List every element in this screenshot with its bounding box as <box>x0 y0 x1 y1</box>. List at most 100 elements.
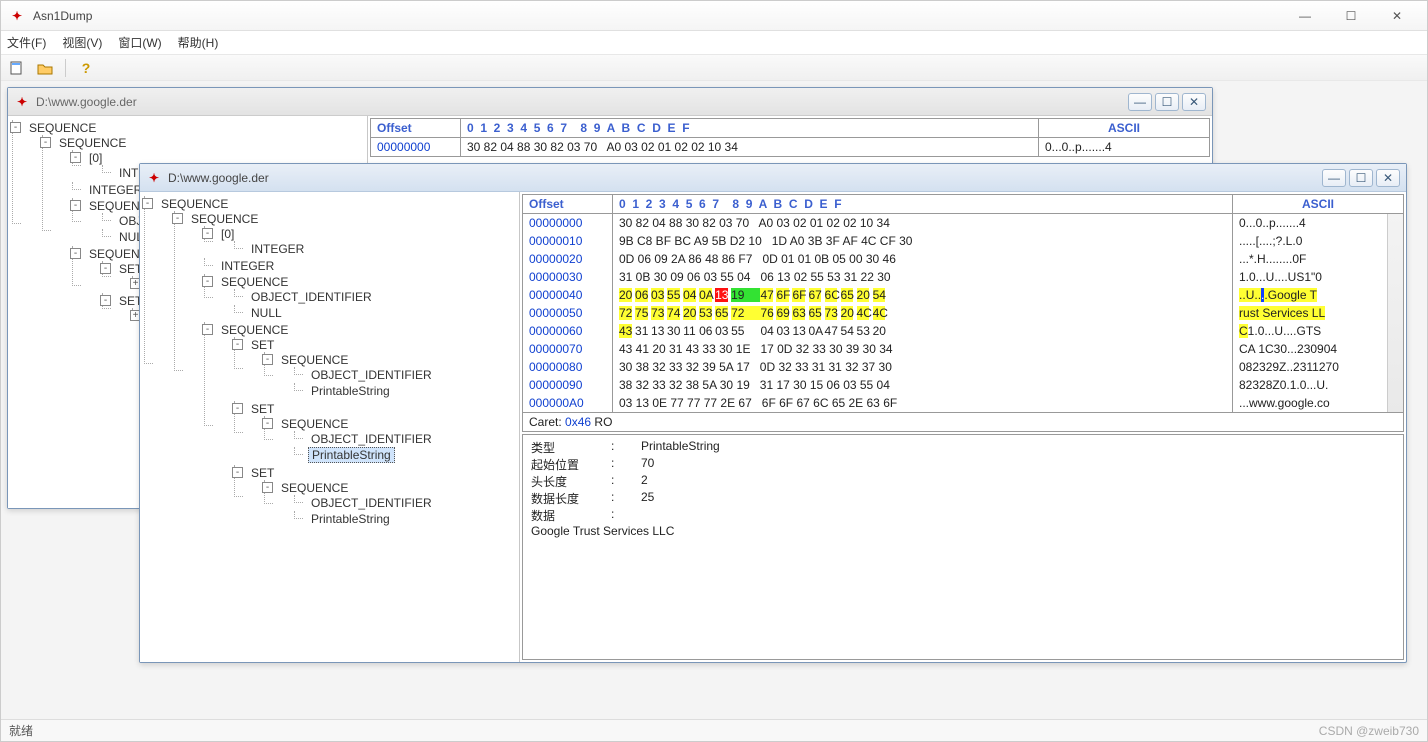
hex-row[interactable]: 0000003031 0B 30 09 06 03 55 04 06 13 02… <box>523 268 1403 286</box>
menu-file[interactable]: 文件(F) <box>7 34 46 51</box>
expand-toggle[interactable]: - <box>142 198 153 209</box>
watermark: CSDN @zweib730 <box>1319 724 1419 738</box>
hex-header-cols: 0 1 2 3 4 5 6 7 8 9 A B C D E F <box>461 119 1039 137</box>
hex-row[interactable]: 000000109B C8 BF BC A9 5B D2 10 1D A0 3B… <box>523 232 1403 250</box>
tree-node[interactable]: PrintableString <box>308 447 395 463</box>
tree-node[interactable]: SET <box>248 402 277 416</box>
tree-node[interactable]: SEQUENCE <box>278 481 351 495</box>
help-button[interactable]: ? <box>76 58 96 78</box>
expand-toggle[interactable]: - <box>100 263 111 274</box>
menu-window[interactable]: 窗口(W) <box>118 34 161 51</box>
hex-row[interactable]: 0000005072 75 73 74 20 53 65 72 76 69 63… <box>523 304 1403 322</box>
expand-toggle[interactable]: - <box>40 137 51 148</box>
hex-ascii: rust Services LL <box>1233 304 1403 322</box>
tree-node[interactable]: INTEGER <box>218 259 277 273</box>
hex-bytes: 03 13 0E 77 77 77 2E 67 6F 6F 67 6C 65 2… <box>613 394 1233 412</box>
tree-node[interactable]: SEQUENCE <box>188 212 261 226</box>
tree-node[interactable]: PrintableString <box>308 512 393 526</box>
expand-toggle[interactable]: - <box>202 324 213 335</box>
tree-node[interactable]: SEQUENCE <box>218 275 291 289</box>
child1-minimize-button[interactable]: — <box>1128 93 1152 111</box>
hex-bytes: 72 75 73 74 20 53 65 72 76 69 63 65 73 2… <box>613 304 1233 322</box>
status-text: 就绪 <box>9 722 33 739</box>
child2-title: D:\www.google.der <box>168 171 269 185</box>
expand-toggle[interactable]: - <box>232 467 243 478</box>
hex-bytes: 30 38 32 33 32 39 5A 17 0D 32 33 31 31 3… <box>613 358 1233 376</box>
detail-value: 2 <box>641 473 648 490</box>
menu-help[interactable]: 帮助(H) <box>178 34 219 51</box>
child1-close-button[interactable]: ✕ <box>1182 93 1206 111</box>
hex-offset: 000000A0 <box>523 394 613 412</box>
expand-toggle[interactable]: - <box>100 295 111 306</box>
menu-view[interactable]: 视图(V) <box>62 34 102 51</box>
expand-toggle[interactable]: - <box>202 228 213 239</box>
tree-node[interactable]: OBJECT_IDENTIFIER <box>308 496 435 510</box>
hex-row[interactable]: 0000006043 31 13 30 11 06 03 55 04 03 13… <box>523 322 1403 340</box>
expand-toggle[interactable]: - <box>202 276 213 287</box>
expand-toggle[interactable]: - <box>232 403 243 414</box>
tree-node[interactable]: SEQUENCE <box>278 353 351 367</box>
tree-node[interactable]: SET <box>248 338 277 352</box>
expand-toggle[interactable]: - <box>232 339 243 350</box>
expand-toggle[interactable]: - <box>70 152 81 163</box>
child1-titlebar[interactable]: ✦ D:\www.google.der — ☐ ✕ <box>8 88 1212 116</box>
tree-node[interactable]: [0] <box>86 151 105 165</box>
hex-row[interactable]: 000000200D 06 09 2A 86 48 86 F7 0D 01 01… <box>523 250 1403 268</box>
child1-maximize-button[interactable]: ☐ <box>1155 93 1179 111</box>
hex-row[interactable]: 0000000030 82 04 88 30 82 03 70 A0 03 02… <box>523 214 1403 232</box>
child1-hexview[interactable]: Offset 0 1 2 3 4 5 6 7 8 9 A B C D E F A… <box>370 118 1210 157</box>
hex-offset: 00000080 <box>523 358 613 376</box>
tree-node[interactable]: PrintableString <box>308 384 393 398</box>
hex-offset: 00000060 <box>523 322 613 340</box>
scrollbar[interactable] <box>1387 214 1403 412</box>
tree-node[interactable]: INTEGER <box>86 183 145 197</box>
tree-node[interactable]: OBJECT_IDENTIFIER <box>308 368 435 382</box>
tree-node[interactable]: SEQUENCE <box>278 417 351 431</box>
expand-toggle[interactable]: - <box>262 482 273 493</box>
hex-row[interactable]: 0000008030 38 32 33 32 39 5A 17 0D 32 33… <box>523 358 1403 376</box>
expand-toggle[interactable]: - <box>172 213 183 224</box>
hex-bytes: 38 32 33 32 38 5A 30 19 31 17 30 15 06 0… <box>613 376 1233 394</box>
app-icon: ✦ <box>9 8 25 24</box>
child2-close-button[interactable]: ✕ <box>1376 169 1400 187</box>
statusbar: 就绪 CSDN @zweib730 <box>1 719 1427 741</box>
hex-ascii: ...www.google.co <box>1233 394 1403 412</box>
tree-node[interactable]: OBJECT_IDENTIFIER <box>248 290 375 304</box>
close-button[interactable]: ✕ <box>1375 6 1419 26</box>
hex-row[interactable]: 000000A003 13 0E 77 77 77 2E 67 6F 6F 67… <box>523 394 1403 412</box>
minimize-button[interactable]: — <box>1283 6 1327 26</box>
new-button[interactable] <box>7 58 27 78</box>
tree-node[interactable]: INTEGER <box>248 242 307 256</box>
child2-titlebar[interactable]: ✦ D:\www.google.der — ☐ ✕ <box>140 164 1406 192</box>
tree-node[interactable]: SEQUENCE <box>158 197 231 211</box>
expand-toggle[interactable]: - <box>262 354 273 365</box>
hex-row[interactable]: 0000007043 41 20 31 43 33 30 1E 17 0D 32… <box>523 340 1403 358</box>
expand-toggle[interactable]: - <box>70 248 81 259</box>
tree-node[interactable]: [0] <box>218 227 237 241</box>
detail-data: Google Trust Services LLC <box>531 524 1395 538</box>
expand-toggle[interactable]: - <box>262 418 273 429</box>
child2-tree[interactable]: -SEQUENCE-SEQUENCE-[0]INTEGERINTEGER-SEQ… <box>140 192 520 662</box>
tree-node[interactable]: SEQUENCE <box>218 323 291 337</box>
open-button[interactable] <box>35 58 55 78</box>
expand-toggle[interactable]: - <box>10 122 21 133</box>
expand-toggle[interactable]: - <box>70 200 81 211</box>
tree-node[interactable]: SEQUENCE <box>26 121 99 135</box>
menubar: 文件(F) 视图(V) 窗口(W) 帮助(H) <box>1 31 1427 55</box>
hex-row[interactable]: 00000000 30 82 04 88 30 82 03 70 A0 03 0… <box>371 138 1209 156</box>
tree-node[interactable]: SET <box>248 466 277 480</box>
child2-maximize-button[interactable]: ☐ <box>1349 169 1373 187</box>
tree-node[interactable]: NULL <box>248 306 285 320</box>
hex-row[interactable]: 0000004020 06 03 55 04 0A 13 19 47 6F 6F… <box>523 286 1403 304</box>
hex-offset: 00000030 <box>523 268 613 286</box>
child2-hexview[interactable]: Offset 0 1 2 3 4 5 6 7 8 9 A B C D E F A… <box>522 194 1404 432</box>
hex-row[interactable]: 0000009038 32 33 32 38 5A 30 19 31 17 30… <box>523 376 1403 394</box>
caret-mode: RO <box>594 415 612 429</box>
tree-node[interactable]: OBJECT_IDENTIFIER <box>308 432 435 446</box>
tree-node[interactable]: SEQUENCE <box>56 136 129 150</box>
hex-ascii: CA 1C30...230904 <box>1233 340 1403 358</box>
toolbar: ? <box>1 55 1427 81</box>
maximize-button[interactable]: ☐ <box>1329 6 1373 26</box>
child2-minimize-button[interactable]: — <box>1322 169 1346 187</box>
child-window-2[interactable]: ✦ D:\www.google.der — ☐ ✕ -SEQUENCE-SEQU… <box>139 163 1407 663</box>
